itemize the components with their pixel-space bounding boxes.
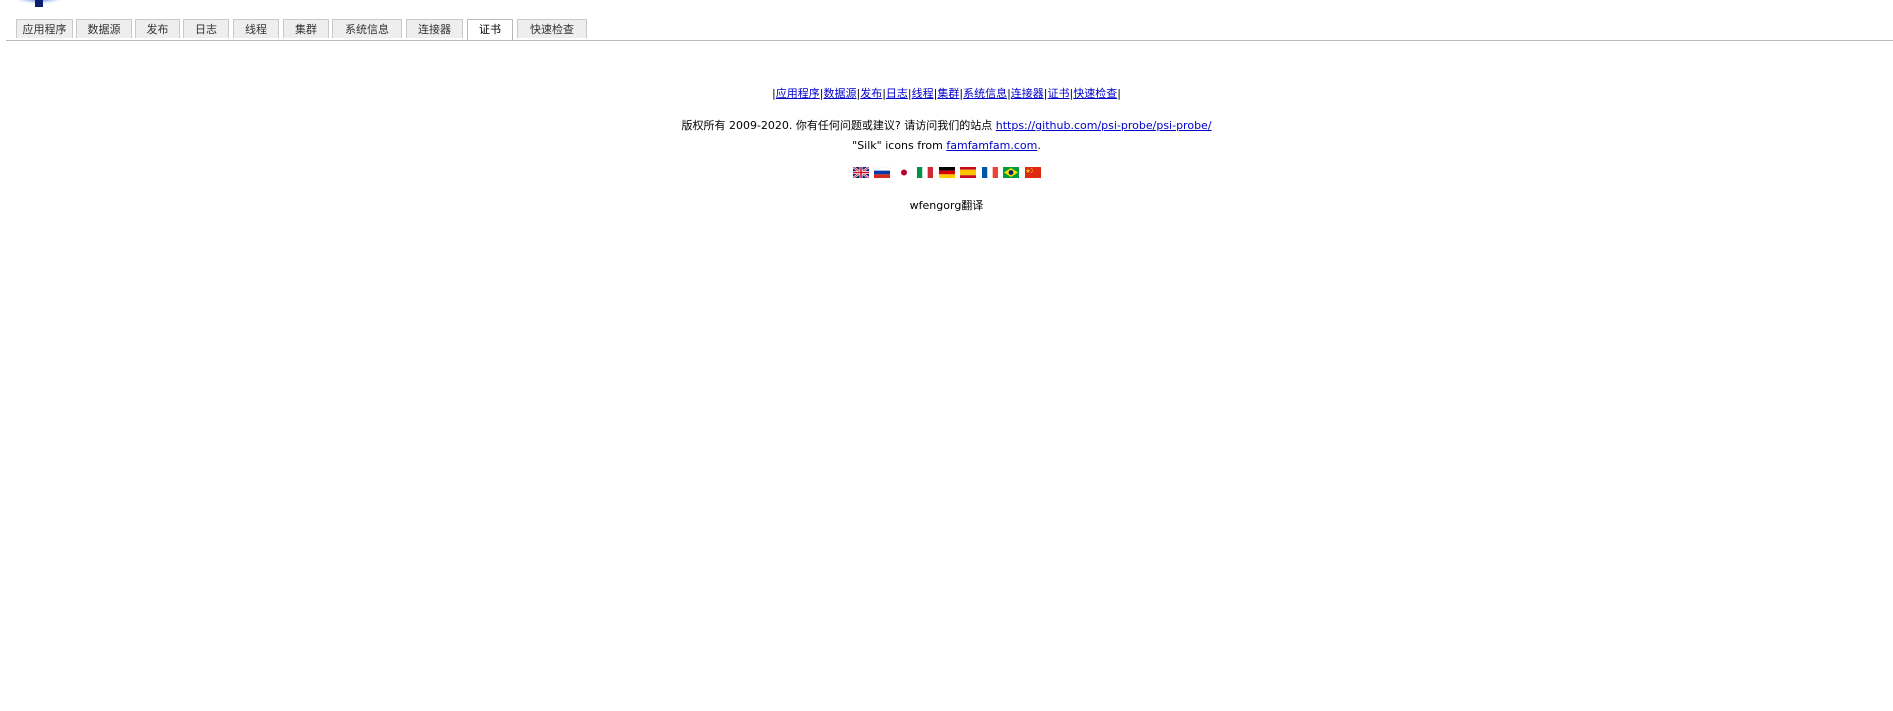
china-flag-icon[interactable] <box>1024 167 1041 178</box>
tab-certificates[interactable]: 证书 <box>467 19 513 40</box>
credits-suffix: . <box>1037 139 1041 152</box>
footer-link-quick-check[interactable]: 快速检查 <box>1073 87 1117 100</box>
germany-flag-icon[interactable] <box>938 167 955 178</box>
tab-cluster[interactable]: 集群 <box>283 19 329 38</box>
icon-credits: "Silk" icons from famfamfam.com. <box>0 138 1893 154</box>
copyright-text: 版权所有 2009-2020. 你有任何问题或建议? 请访问我们的站点 <box>681 119 996 132</box>
uk-flag-icon[interactable] <box>851 166 870 179</box>
footer-link-cluster[interactable]: 集群 <box>937 87 959 100</box>
copyright-notice: 版权所有 2009-2020. 你有任何问题或建议? 请访问我们的站点 http… <box>0 118 1893 134</box>
tab-datasources[interactable]: 数据源 <box>76 19 132 38</box>
famfamfam-link[interactable]: famfamfam.com <box>946 139 1037 152</box>
spain-flag-icon[interactable] <box>960 167 976 178</box>
footer-link-datasources[interactable]: 数据源 <box>823 87 856 100</box>
italy-flag-icon[interactable] <box>917 167 933 178</box>
brazil-flag-icon[interactable] <box>1003 167 1019 178</box>
tab-applications[interactable]: 应用程序 <box>16 19 73 38</box>
credits-prefix: "Silk" icons from <box>852 139 947 152</box>
russia-flag-icon[interactable] <box>873 166 891 178</box>
tab-threads[interactable]: 线程 <box>233 19 279 38</box>
logo-icon <box>18 0 60 9</box>
footer-link-logs[interactable]: 日志 <box>886 87 908 100</box>
tab-deployment[interactable]: 发布 <box>135 19 180 38</box>
footer-link-connectors[interactable]: 连接器 <box>1011 87 1044 100</box>
project-site-link[interactable]: https://github.com/psi-probe/psi-probe/ <box>996 119 1212 132</box>
footer-link-threads[interactable]: 线程 <box>912 87 934 100</box>
footer-link-deployment[interactable]: 发布 <box>860 87 882 100</box>
footer-link-system-info[interactable]: 系统信息 <box>963 87 1007 100</box>
footer-link-certificates[interactable]: 证书 <box>1048 87 1070 100</box>
tab-quick-check[interactable]: 快速检查 <box>517 19 587 38</box>
footer-nav: |应用程序|数据源|发布|日志|线程|集群|系统信息|连接器|证书|快速检查| <box>0 86 1893 102</box>
language-flags <box>0 166 1893 181</box>
tab-logs[interactable]: 日志 <box>183 19 229 38</box>
footer: |应用程序|数据源|发布|日志|线程|集群|系统信息|连接器|证书|快速检查| … <box>0 86 1893 214</box>
france-flag-icon[interactable] <box>981 167 998 178</box>
japan-flag-icon[interactable] <box>895 167 912 178</box>
tab-bar: 应用程序 数据源 发布 日志 线程 集群 系统信息 连接器 证书 快速检查 <box>6 19 1893 41</box>
tab-connectors[interactable]: 连接器 <box>406 19 463 38</box>
translator-credit: wfengorg翻译 <box>909 199 984 212</box>
footer-nav-separator: | <box>1117 87 1121 100</box>
footer-link-applications[interactable]: 应用程序 <box>776 87 820 100</box>
tab-system-info[interactable]: 系统信息 <box>332 19 402 38</box>
